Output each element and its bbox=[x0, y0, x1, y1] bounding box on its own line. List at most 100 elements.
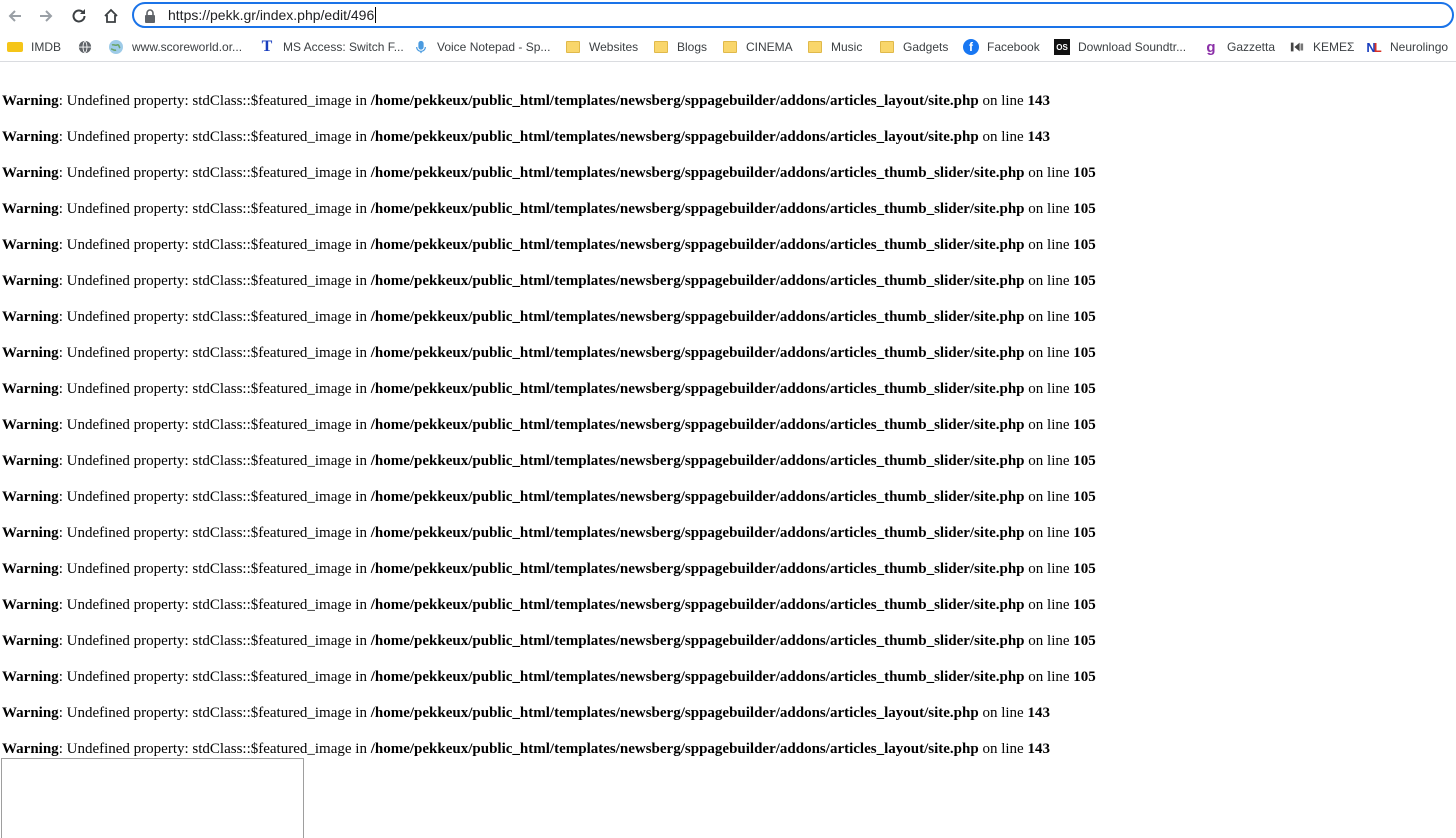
home-button[interactable] bbox=[98, 3, 124, 29]
warning-line: Warning: Undefined property: stdClass::$… bbox=[2, 702, 1442, 738]
folder-icon bbox=[565, 39, 581, 55]
warning-on-line-text: on line bbox=[1024, 669, 1074, 685]
forward-arrow-icon bbox=[40, 10, 53, 22]
warning-line-number: 105 bbox=[1073, 489, 1096, 505]
imdb-icon bbox=[7, 39, 23, 55]
warning-file-path: /home/pekkeux/public_html/templates/news… bbox=[370, 597, 1025, 613]
warning-line: Warning: Undefined property: stdClass::$… bbox=[2, 270, 1442, 306]
warning-line-number: 105 bbox=[1073, 273, 1096, 289]
bookmark-kemes[interactable]: ΚΕΜΕΣ bbox=[1289, 38, 1354, 56]
bookmark-imdb[interactable]: IMDB bbox=[7, 38, 61, 56]
home-icon bbox=[104, 8, 118, 23]
bookmark-label: Download Soundtr... bbox=[1078, 40, 1187, 54]
forward-button[interactable] bbox=[33, 3, 59, 29]
nl-icon: NL bbox=[1366, 39, 1382, 55]
bookmark-voice-notepad[interactable]: Voice Notepad - Sp... bbox=[413, 38, 550, 56]
back-arrow-icon bbox=[8, 10, 21, 22]
globe-icon bbox=[108, 39, 124, 55]
bookmark-scoreworld[interactable]: www.scoreworld.or... bbox=[108, 38, 242, 56]
warning-label: Warning bbox=[2, 489, 59, 505]
bookmark-folder-blogs[interactable]: Blogs bbox=[653, 38, 707, 56]
warning-line: Warning: Undefined property: stdClass::$… bbox=[2, 90, 1442, 126]
warning-line-number: 143 bbox=[1027, 93, 1050, 109]
warning-on-line-text: on line bbox=[1024, 345, 1074, 361]
warning-file-path: /home/pekkeux/public_html/templates/news… bbox=[370, 489, 1025, 505]
bookmark-label: CINEMA bbox=[746, 40, 793, 54]
warning-line-number: 105 bbox=[1073, 165, 1096, 181]
folder-icon bbox=[722, 39, 738, 55]
warning-line: Warning: Undefined property: stdClass::$… bbox=[2, 162, 1442, 198]
warning-file-path: /home/pekkeux/public_html/templates/news… bbox=[370, 165, 1025, 181]
warning-on-line-text: on line bbox=[1024, 309, 1074, 325]
bookmarks-bar: IMDB www.scoreworld.or... T MS Access: S… bbox=[0, 33, 1456, 62]
warning-message: : Undefined property: stdClass::$feature… bbox=[58, 237, 371, 253]
warning-file-path: /home/pekkeux/public_html/templates/news… bbox=[370, 417, 1025, 433]
address-bar[interactable]: https://pekk.gr/index.php/edit/496 bbox=[132, 2, 1454, 28]
warning-line: Warning: Undefined property: stdClass::$… bbox=[2, 414, 1442, 450]
ost-icon: OS bbox=[1054, 39, 1070, 55]
warning-label: Warning bbox=[2, 453, 59, 469]
warning-line: Warning: Undefined property: stdClass::$… bbox=[2, 126, 1442, 162]
warning-line-number: 143 bbox=[1027, 705, 1050, 721]
warning-label: Warning bbox=[2, 201, 59, 217]
warning-on-line-text: on line bbox=[978, 129, 1028, 145]
warning-line: Warning: Undefined property: stdClass::$… bbox=[2, 234, 1442, 270]
warning-on-line-text: on line bbox=[978, 741, 1028, 757]
warning-message: : Undefined property: stdClass::$feature… bbox=[58, 741, 371, 757]
warning-on-line-text: on line bbox=[978, 93, 1028, 109]
bookmark-facebook[interactable]: f Facebook bbox=[963, 38, 1040, 56]
warning-line-number: 105 bbox=[1073, 561, 1096, 577]
bookmark-folder-gadgets[interactable]: Gadgets bbox=[879, 38, 948, 56]
warning-line-number: 105 bbox=[1073, 309, 1096, 325]
bookmark-folder-websites[interactable]: Websites bbox=[565, 38, 638, 56]
warning-line: Warning: Undefined property: stdClass::$… bbox=[2, 306, 1442, 342]
folder-icon bbox=[807, 39, 823, 55]
bookmark-folder-cinema[interactable]: CINEMA bbox=[722, 38, 793, 56]
warning-file-path: /home/pekkeux/public_html/templates/news… bbox=[370, 309, 1025, 325]
warning-message: : Undefined property: stdClass::$feature… bbox=[58, 597, 371, 613]
warning-message: : Undefined property: stdClass::$feature… bbox=[58, 669, 371, 685]
globe-icon bbox=[77, 39, 93, 55]
warning-message: : Undefined property: stdClass::$feature… bbox=[58, 561, 371, 577]
bookmark-label: Music bbox=[831, 40, 863, 54]
warning-line-number: 105 bbox=[1073, 237, 1096, 253]
warning-line: Warning: Undefined property: stdClass::$… bbox=[2, 522, 1442, 558]
bookmark-neurolingo[interactable]: NL Neurolingo bbox=[1366, 38, 1448, 56]
bookmark-label: MS Access: Switch F... bbox=[283, 40, 404, 54]
bookmark-label: www.scoreworld.or... bbox=[132, 40, 243, 54]
warning-line-number: 105 bbox=[1073, 201, 1096, 217]
warning-on-line-text: on line bbox=[1024, 165, 1074, 181]
warning-message: : Undefined property: stdClass::$feature… bbox=[58, 345, 371, 361]
reload-icon bbox=[72, 9, 86, 23]
gazzetta-icon: g bbox=[1206, 38, 1216, 56]
warning-message: : Undefined property: stdClass::$feature… bbox=[58, 489, 371, 505]
warning-label: Warning bbox=[2, 237, 59, 253]
warning-message: : Undefined property: stdClass::$feature… bbox=[58, 165, 371, 181]
warning-line-number: 143 bbox=[1027, 129, 1050, 145]
warning-on-line-text: on line bbox=[1024, 633, 1074, 649]
warning-message: : Undefined property: stdClass::$feature… bbox=[58, 525, 371, 541]
warning-file-path: /home/pekkeux/public_html/templates/news… bbox=[370, 525, 1025, 541]
warning-on-line-text: on line bbox=[1024, 525, 1074, 541]
warning-file-path: /home/pekkeux/public_html/templates/news… bbox=[370, 201, 1025, 217]
warning-file-path: /home/pekkeux/public_html/templates/news… bbox=[370, 345, 1025, 361]
warning-label: Warning bbox=[2, 381, 59, 397]
folder-icon bbox=[879, 39, 895, 55]
warning-line: Warning: Undefined property: stdClass::$… bbox=[2, 198, 1442, 234]
warning-line-number: 105 bbox=[1073, 453, 1096, 469]
warning-label: Warning bbox=[2, 705, 59, 721]
bookmark-gazzetta[interactable]: g Gazzetta bbox=[1203, 38, 1275, 56]
warning-line: Warning: Undefined property: stdClass::$… bbox=[2, 666, 1442, 702]
warning-label: Warning bbox=[2, 417, 59, 433]
warning-line: Warning: Undefined property: stdClass::$… bbox=[2, 558, 1442, 594]
bookmark-label: Gazzetta bbox=[1227, 40, 1276, 54]
bookmark-folder-music[interactable]: Music bbox=[807, 38, 862, 56]
bookmark-ms-access[interactable]: T MS Access: Switch F... bbox=[259, 38, 404, 56]
warning-line: Warning: Undefined property: stdClass::$… bbox=[2, 450, 1442, 486]
warning-file-path: /home/pekkeux/public_html/templates/news… bbox=[370, 705, 979, 721]
reload-button[interactable] bbox=[66, 3, 92, 29]
bookmark-label: Facebook bbox=[987, 40, 1040, 54]
bookmark-globe[interactable] bbox=[77, 38, 101, 56]
back-button[interactable] bbox=[2, 3, 28, 29]
bookmark-download-soundtracks[interactable]: OS Download Soundtr... bbox=[1054, 38, 1186, 56]
